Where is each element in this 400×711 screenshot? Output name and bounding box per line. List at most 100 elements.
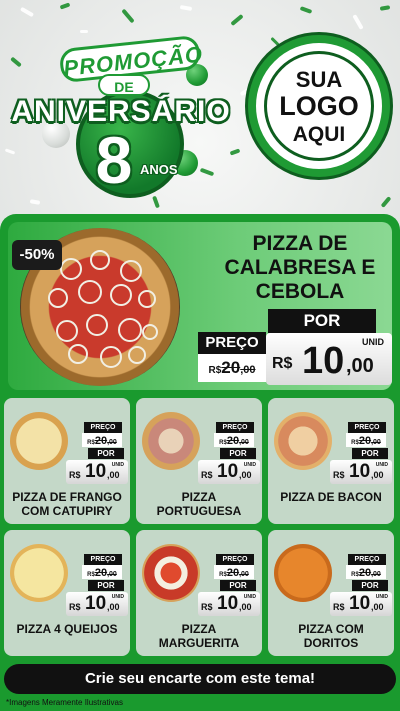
product-new-cents: ,00 bbox=[107, 470, 120, 480]
product-preco-label: PREÇO bbox=[84, 554, 122, 565]
confetti-piece bbox=[59, 2, 71, 10]
featured-title-line-1: PIZZA DE bbox=[252, 232, 348, 255]
product-old-price: R$20,00 bbox=[82, 433, 122, 447]
product-title-line-2: PORTUGUESA bbox=[156, 504, 242, 518]
product-title: PIZZA MARGUERITA bbox=[138, 622, 260, 650]
onion-ring bbox=[48, 288, 68, 308]
product-old-cents: ,00 bbox=[239, 439, 249, 446]
product-old-value: 20 bbox=[94, 567, 108, 579]
product-por-label: POR bbox=[88, 448, 124, 459]
onion-ring bbox=[128, 346, 146, 364]
product-unit-label: UNID bbox=[243, 462, 256, 468]
onion-ring bbox=[90, 250, 110, 270]
product-old-currency: R$ bbox=[351, 440, 359, 446]
product-por-label: POR bbox=[220, 580, 256, 591]
product-por-label: POR bbox=[352, 448, 388, 459]
cta-banner[interactable]: Crie seu encarte com este tema! bbox=[4, 664, 396, 694]
product-unit-label: UNID bbox=[111, 462, 124, 468]
new-price-currency: R$ bbox=[272, 355, 293, 372]
logo-line-3: AQUI bbox=[292, 123, 346, 146]
onion-ring bbox=[118, 318, 142, 342]
product-old-currency: R$ bbox=[87, 440, 95, 446]
product-new-value: 10 bbox=[349, 461, 371, 482]
product-card: PREÇO R$20,00 POR UNID R$ 10 ,00 PIZZA P… bbox=[136, 398, 262, 524]
product-title-line-2: DORITOS bbox=[303, 636, 359, 650]
product-new-currency: R$ bbox=[333, 470, 345, 480]
product-old-value: 20 bbox=[226, 435, 240, 447]
onion-ring bbox=[120, 260, 142, 282]
confetti-piece bbox=[270, 36, 280, 47]
product-new-value: 10 bbox=[217, 461, 239, 482]
confetti-piece bbox=[19, 6, 35, 18]
product-title-line-2: MARGUERITA bbox=[158, 636, 240, 650]
product-new-price: UNID R$ 10 ,00 bbox=[330, 460, 392, 484]
product-unit-label: UNID bbox=[375, 462, 388, 468]
confetti-piece bbox=[80, 30, 88, 33]
confetti-piece bbox=[121, 8, 135, 24]
product-old-value: 20 bbox=[226, 567, 240, 579]
onion-ring bbox=[110, 284, 132, 306]
product-title: PIZZA DE FRANGO COM CATUPIRY bbox=[6, 490, 128, 518]
product-new-price: UNID R$ 10 ,00 bbox=[66, 460, 128, 484]
product-preco-label: PREÇO bbox=[216, 422, 254, 433]
onion-ring bbox=[100, 346, 122, 368]
confetti-piece bbox=[352, 14, 364, 30]
onion-ring bbox=[78, 280, 102, 304]
product-preco-label: PREÇO bbox=[216, 554, 254, 565]
flyer-page: PROMOÇÃO DE ANIVERSÁRIO 8 ANOS SUA LOGO … bbox=[0, 0, 400, 711]
product-title: PIZZA PORTUGUESA bbox=[138, 490, 260, 518]
product-title: PIZZA COM DORITOS bbox=[270, 622, 392, 650]
product-old-price: R$20,00 bbox=[346, 433, 386, 447]
product-new-price: UNID R$ 10 ,00 bbox=[198, 460, 260, 484]
product-old-price: R$20,00 bbox=[214, 565, 254, 579]
product-old-value: 20 bbox=[358, 435, 372, 447]
product-card: PREÇO R$20,00 POR UNID R$ 10 ,00 PIZZA D… bbox=[268, 398, 394, 524]
product-card: PREÇO R$20,00 POR UNID R$ 10 ,00 PIZZA D… bbox=[4, 398, 130, 524]
unit-label: UNID bbox=[362, 337, 384, 347]
product-new-value: 10 bbox=[85, 461, 107, 482]
confetti-piece bbox=[179, 4, 193, 12]
anniversary-badge: PROMOÇÃO DE ANIVERSÁRIO 8 ANOS bbox=[10, 34, 232, 198]
product-new-currency: R$ bbox=[69, 602, 81, 612]
product-old-cents: ,00 bbox=[107, 439, 117, 446]
product-old-currency: R$ bbox=[219, 440, 227, 446]
product-new-cents: ,00 bbox=[239, 602, 252, 612]
product-card: PREÇO R$20,00 POR UNID R$ 10 ,00 PIZZA M… bbox=[136, 530, 262, 656]
product-new-cents: ,00 bbox=[239, 470, 252, 480]
featured-new-price: UNID R$ 10 ,00 bbox=[266, 333, 392, 385]
confetti-piece bbox=[380, 196, 392, 208]
product-new-price: UNID R$ 10 ,00 bbox=[198, 592, 260, 616]
product-pizza-image bbox=[274, 544, 332, 602]
badge-years-label: ANOS bbox=[140, 162, 178, 177]
product-pizza-image bbox=[10, 544, 68, 602]
product-title-line-1: PIZZA DE BACON bbox=[280, 490, 382, 504]
product-title: PIZZA DE BACON bbox=[270, 490, 392, 504]
product-old-cents: ,00 bbox=[371, 571, 381, 578]
product-title-line-1: PIZZA DE FRANGO bbox=[12, 490, 122, 504]
product-new-value: 10 bbox=[85, 593, 107, 614]
product-title-line-1: PIZZA bbox=[181, 622, 217, 636]
featured-title-line-3: CEBOLA bbox=[255, 280, 345, 303]
logo-line-2: LOGO bbox=[279, 91, 359, 121]
product-old-price: R$20,00 bbox=[346, 565, 386, 579]
product-card: PREÇO R$20,00 POR UNID R$ 10 ,00 PIZZA C… bbox=[268, 530, 394, 656]
product-old-currency: R$ bbox=[87, 572, 95, 578]
product-preco-label: PREÇO bbox=[348, 422, 386, 433]
old-price-value: 20 bbox=[221, 358, 241, 377]
discount-badge: -50% bbox=[12, 240, 62, 270]
product-pizza-image bbox=[142, 544, 200, 602]
product-old-currency: R$ bbox=[219, 572, 227, 578]
old-price-currency: R$ bbox=[208, 365, 222, 376]
confetti-piece bbox=[29, 199, 41, 205]
product-new-currency: R$ bbox=[201, 470, 213, 480]
new-price-cents: ,00 bbox=[346, 355, 374, 377]
product-title-line-1: PIZZA 4 QUEIJOS bbox=[16, 622, 118, 636]
product-unit-label: UNID bbox=[111, 594, 124, 600]
onion-ring bbox=[56, 320, 78, 342]
featured-preco-label: PREÇO bbox=[198, 332, 266, 354]
product-preco-label: PREÇO bbox=[84, 422, 122, 433]
onion-ring bbox=[60, 258, 82, 280]
product-new-currency: R$ bbox=[201, 602, 213, 612]
product-new-cents: ,00 bbox=[371, 602, 384, 612]
new-price-value: 10 bbox=[302, 340, 345, 382]
